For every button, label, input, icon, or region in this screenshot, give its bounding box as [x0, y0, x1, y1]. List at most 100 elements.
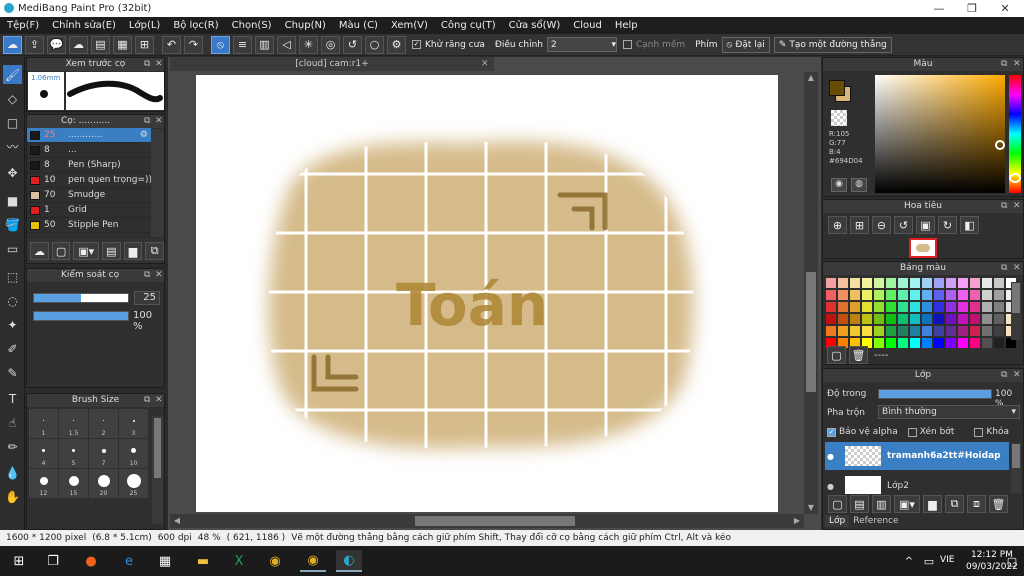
color-settings-icon[interactable]: ◍	[851, 178, 867, 192]
curve-snap-icon[interactable]: ↺	[343, 35, 362, 54]
antialias-checkbox[interactable]: ✓	[412, 40, 421, 49]
palette-swatch[interactable]	[982, 290, 992, 300]
palette-swatch[interactable]	[838, 290, 848, 300]
palette-swatch[interactable]	[934, 338, 944, 348]
menu-help[interactable]: Help	[615, 20, 638, 31]
concentric-snap-icon[interactable]: ◎	[321, 35, 340, 54]
magic-wand-tool-icon[interactable]: ✦	[3, 315, 22, 334]
brush-size-cell[interactable]: 25	[119, 469, 148, 498]
pages-icon[interactable]: ▦	[113, 35, 132, 54]
navigator-thumbnail[interactable]	[909, 238, 937, 258]
brush-size-cell[interactable]: 12	[29, 469, 58, 498]
palette-swatch[interactable]	[826, 290, 836, 300]
tab-reference[interactable]: Reference	[849, 515, 902, 527]
comment-icon[interactable]: 💬	[47, 35, 66, 54]
palette-swatch[interactable]	[946, 338, 956, 348]
palette-swatch[interactable]	[946, 278, 956, 288]
divide-tool-icon[interactable]: ✏	[3, 437, 22, 456]
add-layer-menu-icon[interactable]: ▣▾	[894, 495, 920, 513]
menu-color[interactable]: Màu (C)	[339, 20, 378, 31]
menu-view[interactable]: Xem(V)	[391, 20, 428, 31]
palette-swatch[interactable]	[958, 290, 968, 300]
palette-swatch[interactable]	[958, 302, 968, 312]
palette-swatch[interactable]	[874, 326, 884, 336]
float-icon[interactable]: ⧉	[1001, 369, 1007, 382]
menu-file[interactable]: Tệp(F)	[7, 20, 39, 31]
eye-icon[interactable]: ●	[827, 482, 839, 491]
menu-select[interactable]: Chọn(S)	[232, 20, 272, 31]
menu-edit[interactable]: Chỉnh sửa(E)	[52, 20, 116, 31]
float-icon[interactable]: ⧉	[144, 269, 150, 282]
brush-size-scrollbar[interactable]	[152, 416, 163, 524]
palette-swatch[interactable]	[934, 290, 944, 300]
scroll-down-icon[interactable]: ▼	[806, 503, 816, 513]
palette-swatch[interactable]	[838, 302, 848, 312]
close-icon[interactable]: ✕	[155, 58, 163, 71]
palette-swatch[interactable]	[898, 338, 908, 348]
palette-swatch[interactable]	[982, 278, 992, 288]
soft-edge-checkbox[interactable]	[622, 40, 632, 49]
hand-tool-icon[interactable]: ✋	[3, 487, 22, 506]
lasso-tool-icon[interactable]: ◌	[3, 291, 22, 310]
foreground-color-swatch[interactable]	[829, 80, 845, 96]
palette-swatch[interactable]	[886, 302, 896, 312]
palette-swatch[interactable]	[970, 314, 980, 324]
select-tool-icon[interactable]: ⬚	[3, 267, 22, 286]
palette-swatch[interactable]	[898, 302, 908, 312]
palette-swatch[interactable]	[934, 326, 944, 336]
palette-swatch[interactable]	[874, 314, 884, 324]
close-icon[interactable]: ✕	[155, 115, 163, 128]
palette-swatch[interactable]	[862, 326, 872, 336]
menu-snap[interactable]: Chụp(N)	[285, 20, 326, 31]
scroll-right-icon[interactable]: ▶	[792, 516, 802, 526]
redo-icon[interactable]: ↷	[184, 35, 203, 54]
minimize-button[interactable]: —	[922, 0, 956, 17]
palette-swatch[interactable]	[898, 290, 908, 300]
text-tool-icon[interactable]: T	[3, 389, 22, 408]
menu-tools[interactable]: Công cụ(T)	[441, 20, 496, 31]
export-icon[interactable]: ⇪	[25, 35, 44, 54]
chrome-profile-icon[interactable]: ◉	[300, 550, 326, 572]
palette-swatch[interactable]	[934, 302, 944, 312]
eyedropper-tool-icon[interactable]: 💧	[3, 463, 22, 482]
document-tab[interactable]: [cloud] cam:r1+	[170, 57, 494, 71]
parallel-snap-icon[interactable]: ≡	[233, 35, 252, 54]
rotate-left-icon[interactable]: ↺	[894, 216, 913, 234]
palette-swatch[interactable]	[826, 278, 836, 288]
palette-swatch[interactable]	[838, 278, 848, 288]
palette-swatch[interactable]	[994, 290, 1004, 300]
close-icon[interactable]: ✕	[155, 269, 163, 282]
palette-swatch[interactable]	[946, 302, 956, 312]
brush-size-cell[interactable]: 4	[29, 439, 58, 468]
palette-swatch[interactable]	[826, 314, 836, 324]
brush-item[interactable]: 10 pen quen trọng=)))	[27, 173, 151, 188]
fill-tool-icon[interactable]: 🪣	[3, 215, 22, 234]
palette-swatch[interactable]	[982, 302, 992, 312]
fit-screen-icon[interactable]: ⊞	[850, 216, 869, 234]
snap-off-icon[interactable]: ⦸	[211, 35, 230, 54]
new-1bit-layer-icon[interactable]: ▥	[872, 495, 891, 513]
firefox-icon[interactable]: ●	[78, 550, 104, 572]
task-view-icon[interactable]: ❐	[40, 550, 66, 572]
close-icon[interactable]: ✕	[1013, 200, 1021, 213]
vanish-snap-icon[interactable]: ◁	[277, 35, 296, 54]
palette-swatch[interactable]	[850, 278, 860, 288]
operation-tool-icon[interactable]: ☝	[3, 413, 22, 432]
brush-item[interactable]: 1 Grid	[27, 203, 151, 218]
palette-swatch[interactable]	[886, 314, 896, 324]
palette-swatch[interactable]	[910, 338, 920, 348]
color-wheel-icon[interactable]: ◉	[831, 178, 847, 192]
undo-icon[interactable]: ↶	[162, 35, 181, 54]
brush-size-cell[interactable]: 7	[89, 439, 118, 468]
scroll-up-icon[interactable]: ▲	[806, 73, 816, 83]
palette-swatch[interactable]	[910, 290, 920, 300]
brush-item[interactable]: 50 Stipple Pen	[27, 218, 151, 233]
flip-icon[interactable]: ◧	[960, 216, 979, 234]
palette-swatch[interactable]	[922, 326, 932, 336]
clipping-checkbox[interactable]	[907, 427, 917, 437]
palette-swatch[interactable]	[886, 326, 896, 336]
layer-scrollbar[interactable]	[1011, 443, 1021, 493]
palette-swatch[interactable]	[994, 326, 1004, 336]
palette-swatch[interactable]	[850, 290, 860, 300]
palette-swatch[interactable]	[826, 302, 836, 312]
